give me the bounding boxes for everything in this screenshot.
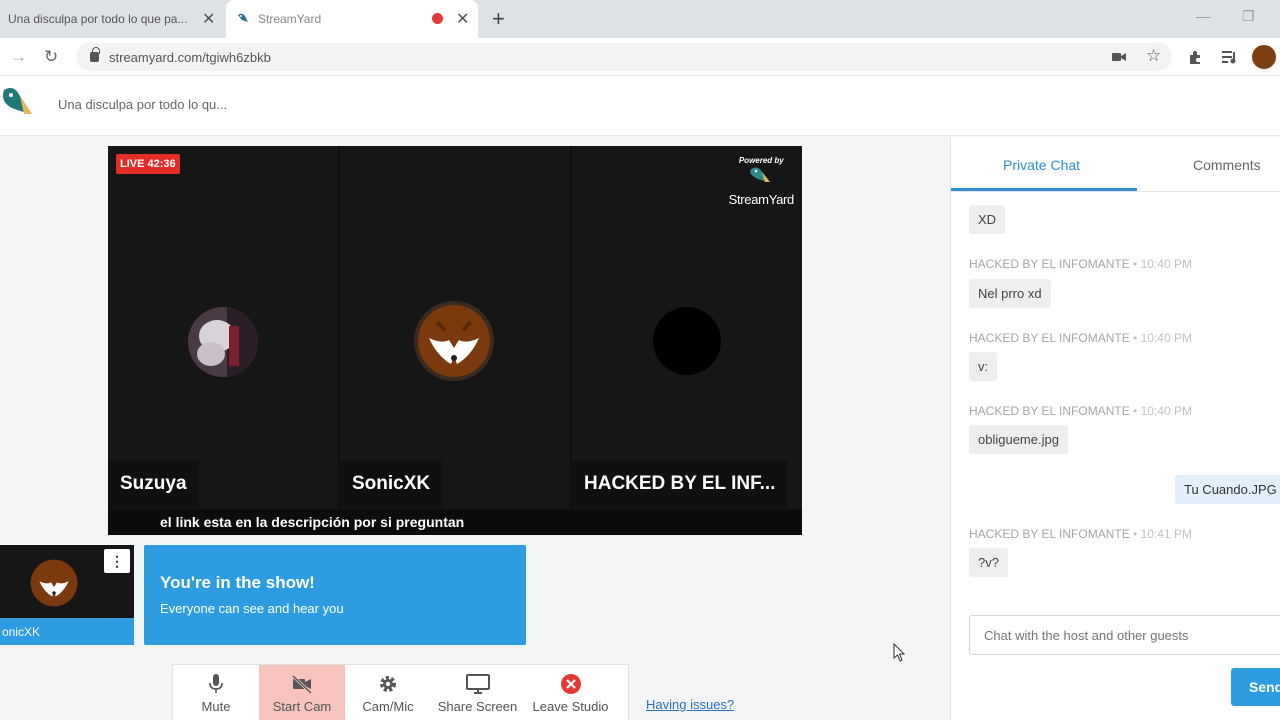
powered-by-name: StreamYard	[728, 192, 795, 207]
participant-name-tag: SonicXK	[340, 460, 443, 508]
extensions-puzzle-icon[interactable]	[1188, 50, 1203, 65]
chat-input[interactable]	[969, 615, 1280, 655]
app-header: Una disculpa por todo lo qu...	[0, 76, 1280, 136]
streamyard-logo-icon	[750, 167, 771, 182]
recording-indicator-icon	[432, 13, 443, 24]
message-time: 10:40 PM	[1140, 331, 1192, 345]
camera-permission-icon[interactable]	[1112, 51, 1126, 63]
url-text: streamyard.com/tgiwh6zbkb	[109, 49, 271, 65]
in-show-title: You're in the show!	[160, 573, 315, 592]
mute-button[interactable]: Mute	[173, 665, 259, 720]
message-author: HACKED BY EL INFOMANTE	[969, 527, 1130, 541]
streamyard-logo-icon	[3, 88, 32, 114]
gear-icon	[380, 676, 396, 692]
live-timer-badge: LIVE 42:36	[116, 154, 180, 174]
powered-by-label: Powered by	[738, 156, 784, 165]
chat-message-meta: HACKED BY EL INFOMANTE • 10:40 PM	[969, 257, 1192, 271]
having-issues-link[interactable]: Having issues?	[646, 697, 734, 712]
profile-avatar[interactable]	[1252, 45, 1276, 69]
share-screen-label: Share Screen	[437, 699, 518, 714]
participant-name-tag: HACKED BY EL INF...	[572, 460, 788, 508]
media-controls-icon[interactable]	[1222, 50, 1238, 64]
monitor-icon	[465, 674, 490, 694]
maximize-icon[interactable]: ❐	[1242, 8, 1255, 25]
tab-title: Una disculpa por todo lo que pa...	[8, 12, 188, 26]
chat-message-bubble: Nel prro xd	[969, 279, 1051, 308]
lock-icon	[90, 47, 100, 62]
participant-slot-suzuya: Suzuya	[108, 146, 337, 509]
participant-name-tag: Suzuya	[108, 460, 199, 508]
participant-slot-sonicxk: SonicXK	[340, 146, 569, 509]
tab-comments[interactable]: Comments	[1193, 157, 1261, 173]
self-camera-preview[interactable]: ⋮ onicXK	[0, 545, 134, 645]
participant-avatar	[653, 307, 721, 375]
participant-avatar	[188, 307, 258, 377]
message-author: HACKED BY EL INFOMANTE	[969, 331, 1130, 345]
browser-tab-bar: Una disculpa por todo lo que pa... ✕ Str…	[0, 0, 1280, 38]
in-show-notice: You're in the show! Everyone can see and…	[144, 545, 526, 645]
bookmark-star-icon[interactable]: ☆	[1146, 46, 1161, 66]
tab-title: StreamYard	[258, 12, 322, 26]
broadcast-title: Una disculpa por todo lo qu...	[58, 97, 228, 112]
browser-toolbar: → ↻ streamyard.com/tgiwh6zbkb ☆	[0, 38, 1280, 76]
mute-label: Mute	[201, 699, 231, 714]
close-circle-icon	[560, 674, 581, 694]
own-chat-message-bubble: Tu Cuando.JPG	[1175, 475, 1280, 504]
chat-message-meta: HACKED BY EL INFOMANTE • 10:41 PM	[969, 527, 1192, 541]
active-tab-indicator	[951, 188, 1137, 191]
send-button[interactable]: Send	[1231, 668, 1280, 706]
cam-mic-label: Cam/Mic	[362, 699, 414, 714]
close-tab-icon[interactable]: ✕	[202, 9, 215, 29]
microphone-icon	[209, 674, 223, 693]
chat-message-bubble: ?v?	[969, 548, 1008, 577]
chat-message-meta: HACKED BY EL INFOMANTE • 10:40 PM	[969, 331, 1192, 345]
stage-banner: el link esta en la descripción por si pr…	[108, 509, 802, 535]
start-cam-label: Start Cam	[272, 699, 332, 714]
minimize-icon[interactable]: —	[1196, 8, 1210, 24]
self-name-label: onicXK	[0, 618, 134, 645]
address-bar[interactable]: streamyard.com/tgiwh6zbkb	[76, 43, 1172, 71]
leave-studio-label: Leave Studio	[532, 699, 609, 714]
chat-message-bubble: obligueme.jpg	[969, 425, 1068, 454]
chat-tabs: Private Chat Comments	[951, 137, 1280, 192]
reload-icon[interactable]: ↻	[44, 47, 58, 67]
in-show-subtitle: Everyone can see and hear you	[160, 601, 344, 616]
powered-by-watermark: Powered by StreamYard	[728, 156, 795, 207]
message-author: HACKED BY EL INFOMANTE	[969, 404, 1130, 418]
participant-avatar	[414, 301, 494, 381]
new-tab-button[interactable]: +	[492, 6, 505, 32]
start-cam-button[interactable]: Start Cam	[259, 665, 345, 720]
tab-private-chat[interactable]: Private Chat	[1003, 157, 1080, 173]
streamyard-favicon-icon	[238, 13, 248, 22]
leave-studio-button[interactable]: Leave Studio	[524, 665, 617, 720]
studio-controls: Mute Start Cam Cam/Mic Share Screen Leav…	[172, 664, 629, 720]
chat-message-meta: HACKED BY EL INFOMANTE • 10:40 PM	[969, 404, 1192, 418]
broadcast-stage: Suzuya SonicXK HACKED BY EL INF... LIVE …	[108, 146, 802, 535]
mouse-cursor-icon	[893, 643, 906, 662]
message-time: 10:40 PM	[1140, 404, 1192, 418]
share-screen-button[interactable]: Share Screen	[431, 665, 524, 720]
chat-message-bubble: v:	[969, 352, 998, 381]
chat-panel: Private Chat Comments XD HACKED BY EL IN…	[950, 137, 1280, 720]
camera-off-icon	[291, 674, 313, 695]
preview-menu-button[interactable]: ⋮	[104, 549, 130, 573]
browser-tab-previous[interactable]: Una disculpa por todo lo que pa... ✕	[0, 0, 222, 38]
chat-message-bubble: XD	[969, 205, 1006, 234]
close-tab-icon[interactable]: ✕	[456, 9, 469, 29]
message-author: HACKED BY EL INFOMANTE	[969, 257, 1130, 271]
forward-icon[interactable]: →	[10, 47, 27, 67]
cam-mic-settings-button[interactable]: Cam/Mic	[345, 665, 431, 720]
message-time: 10:41 PM	[1140, 527, 1192, 541]
message-time: 10:40 PM	[1140, 257, 1192, 271]
browser-tab-streamyard[interactable]: StreamYard ✕	[226, 0, 478, 38]
self-avatar	[30, 559, 78, 607]
